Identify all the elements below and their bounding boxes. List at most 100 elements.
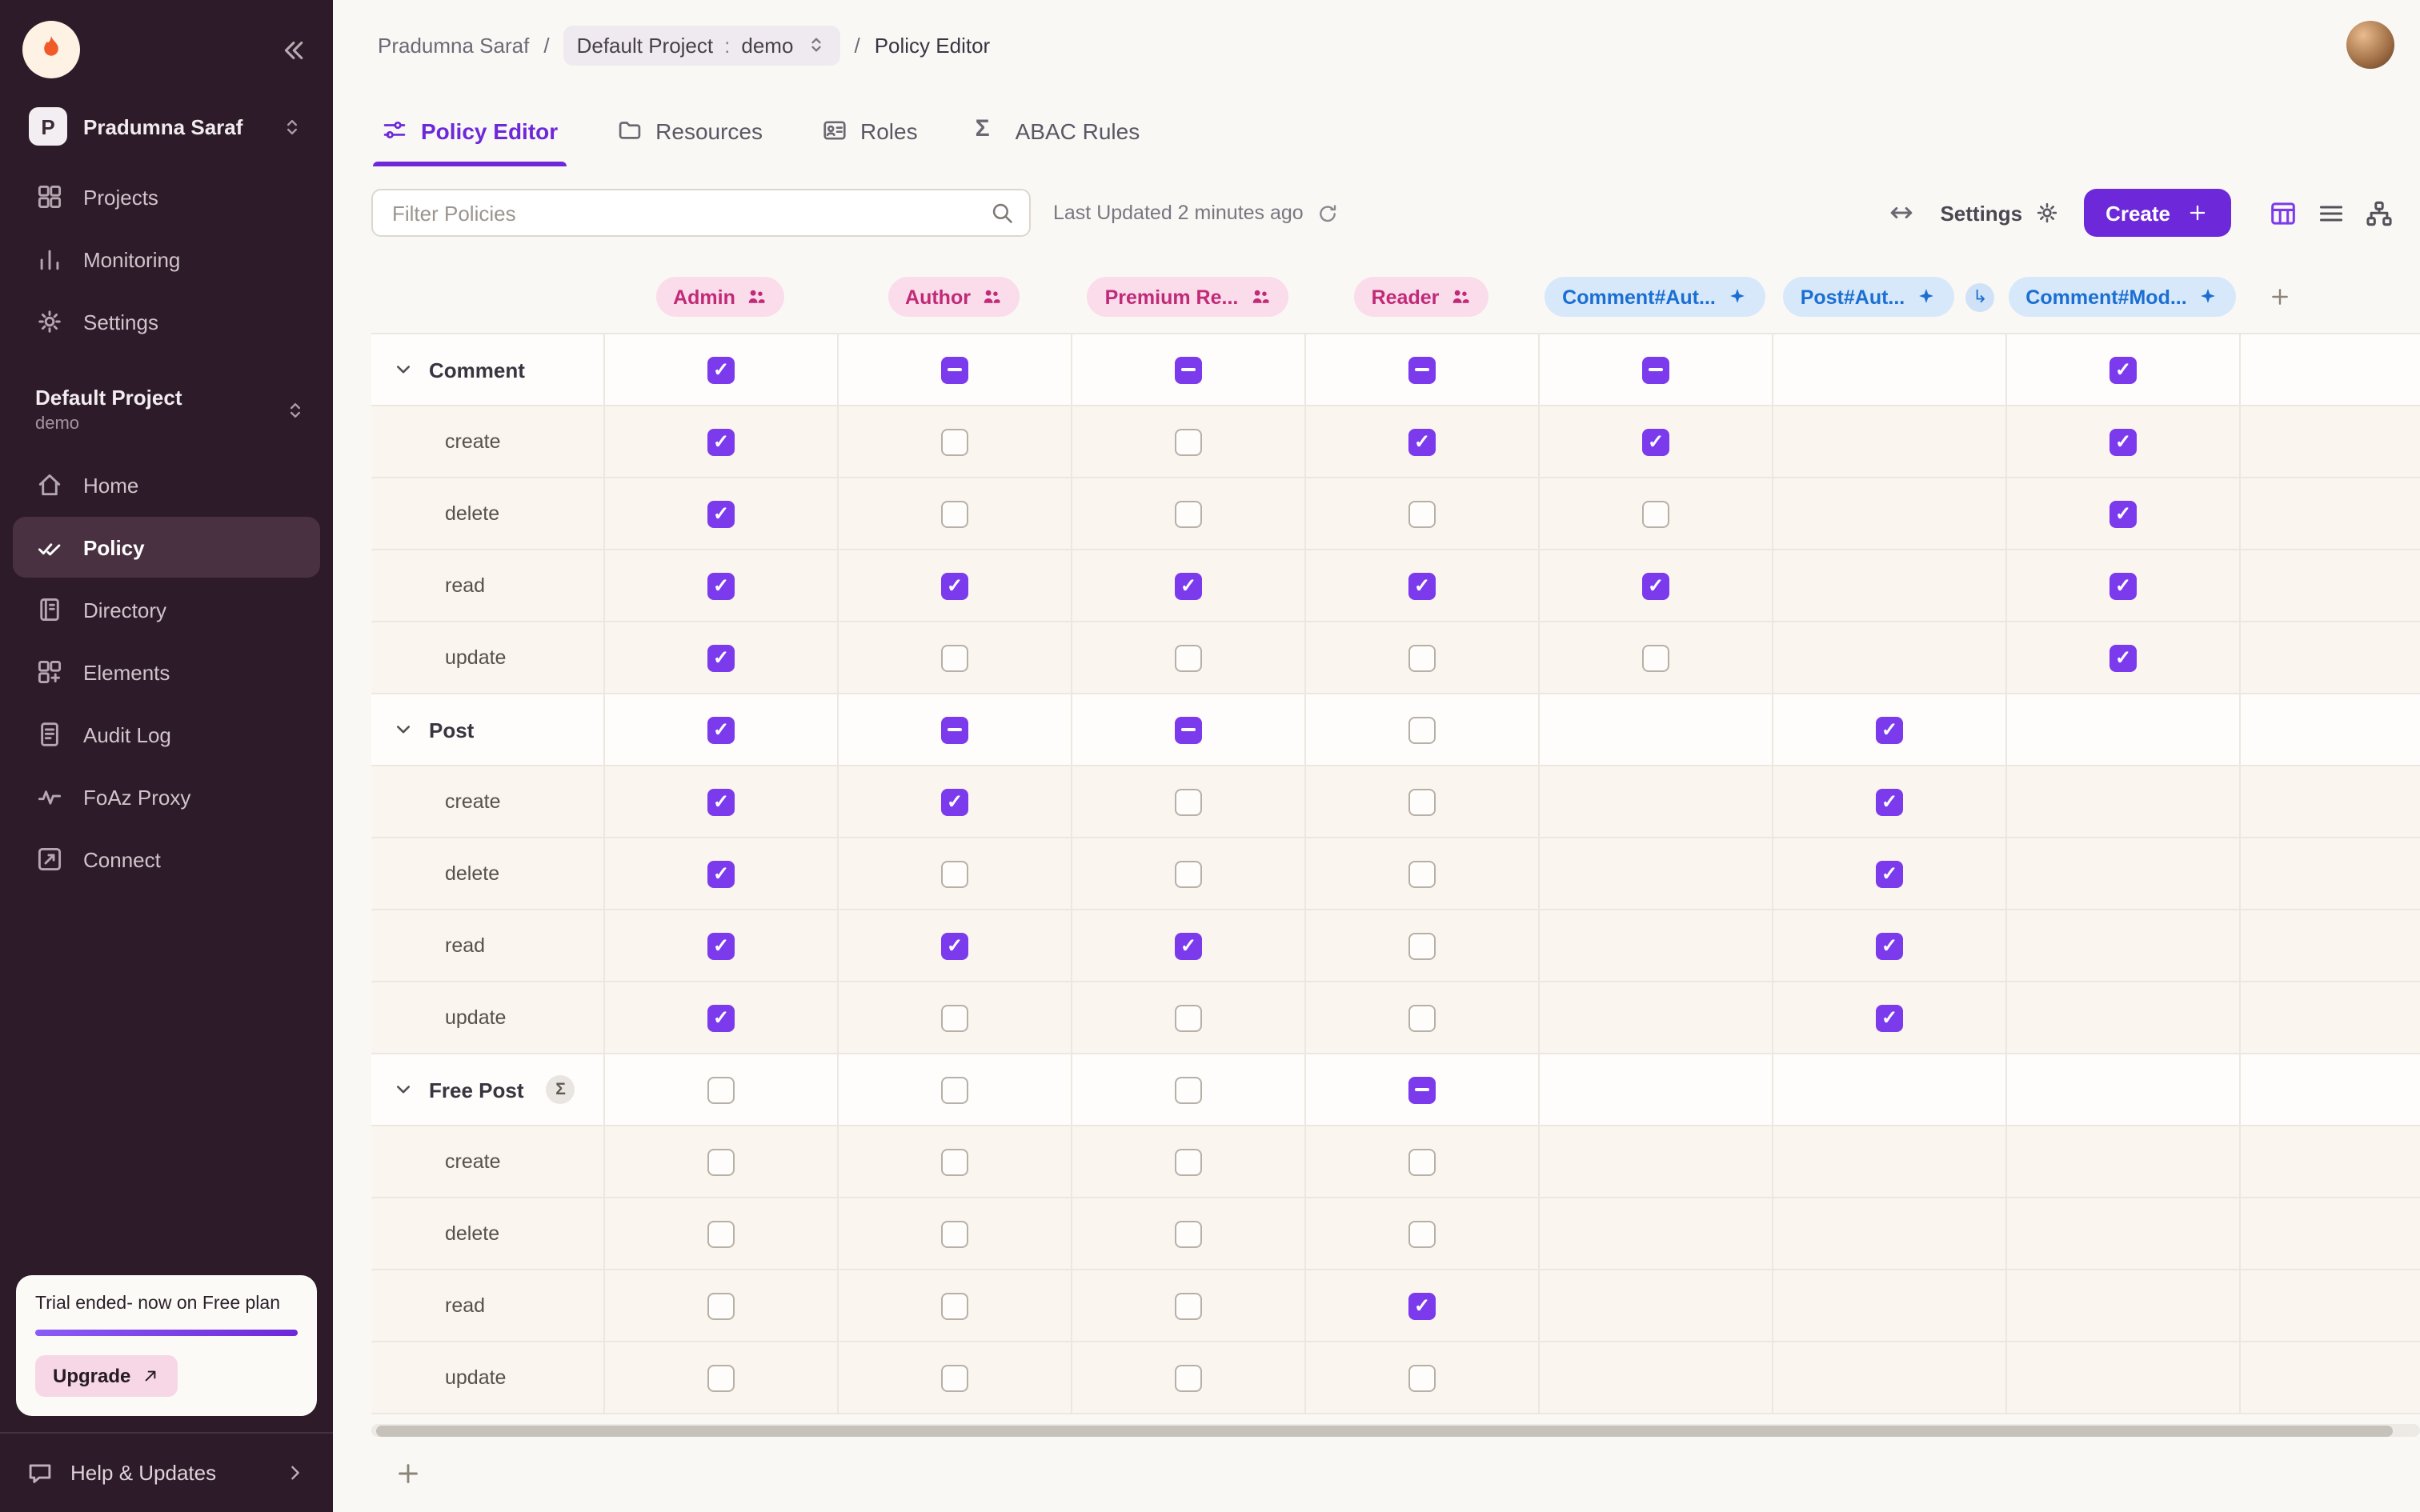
scrollbar-thumb[interactable] — [376, 1425, 2393, 1436]
checkbox-unchecked[interactable] — [1408, 1364, 1436, 1391]
tab-roles[interactable]: Roles — [820, 117, 918, 166]
checkbox-unchecked[interactable] — [1175, 1292, 1202, 1319]
checkbox-checked[interactable] — [1876, 932, 1903, 959]
checkbox-checked[interactable] — [1175, 572, 1202, 599]
checkbox-unchecked[interactable] — [941, 1220, 968, 1247]
checkbox-checked[interactable] — [1876, 860, 1903, 887]
checkbox-checked[interactable] — [707, 572, 735, 599]
checkbox-checked[interactable] — [1408, 428, 1436, 455]
checkbox-checked[interactable] — [1408, 572, 1436, 599]
checkbox-checked[interactable] — [2109, 644, 2137, 671]
checkbox-unchecked[interactable] — [941, 1364, 968, 1391]
checkbox-unchecked[interactable] — [1408, 932, 1436, 959]
breadcrumb-project-env-selector[interactable]: Default Project : demo — [564, 25, 840, 65]
create-button[interactable]: Create — [2083, 189, 2231, 237]
checkbox-unchecked[interactable] — [1408, 500, 1436, 527]
checkbox-checked[interactable] — [941, 572, 968, 599]
sidebar-item-home[interactable]: Home — [13, 454, 320, 515]
checkbox-checked[interactable] — [707, 1004, 735, 1031]
expand-columns-icon[interactable] — [1887, 198, 1916, 227]
horizontal-scrollbar[interactable] — [371, 1424, 2420, 1437]
upgrade-button[interactable]: Upgrade — [35, 1355, 177, 1397]
checkbox-checked[interactable] — [707, 788, 735, 815]
checkbox-unchecked[interactable] — [1642, 500, 1669, 527]
checkbox-unchecked[interactable] — [1175, 1148, 1202, 1175]
checkbox-unchecked[interactable] — [707, 1364, 735, 1391]
checkbox-unchecked[interactable] — [1408, 860, 1436, 887]
checkbox-checked[interactable] — [1642, 428, 1669, 455]
checkbox-checked[interactable] — [707, 644, 735, 671]
checkbox-unchecked[interactable] — [1175, 1004, 1202, 1031]
role-pill-premium-re[interactable]: Premium Re... — [1088, 277, 1288, 317]
role-pill-admin[interactable]: Admin — [655, 277, 785, 317]
sidebar-item-audit-log[interactable]: Audit Log — [13, 704, 320, 765]
resource-set-badge[interactable]: Σ — [547, 1075, 575, 1104]
checkbox-indeterminate[interactable] — [1642, 356, 1669, 383]
checkbox-unchecked[interactable] — [707, 1148, 735, 1175]
checkbox-checked[interactable] — [1175, 932, 1202, 959]
sidebar-item-monitoring[interactable]: Monitoring — [13, 229, 320, 290]
checkbox-checked[interactable] — [1408, 1292, 1436, 1319]
checkbox-unchecked[interactable] — [707, 1076, 735, 1103]
checkbox-indeterminate[interactable] — [941, 716, 968, 743]
org-switcher[interactable]: P Pradumna Saraf — [16, 98, 317, 155]
checkbox-indeterminate[interactable] — [1408, 1076, 1436, 1103]
checkbox-unchecked[interactable] — [707, 1220, 735, 1247]
derived-role-pill-comment-aut[interactable]: Comment#Aut... — [1545, 277, 1765, 317]
breadcrumb-user[interactable]: Pradumna Saraf — [378, 33, 529, 57]
derived-role-pill-comment-mod[interactable]: Comment#Mod... — [2008, 277, 2236, 317]
list-view-icon[interactable] — [2316, 198, 2346, 228]
checkbox-checked[interactable] — [707, 500, 735, 527]
checkbox-unchecked[interactable] — [1175, 788, 1202, 815]
checkbox-unchecked[interactable] — [1175, 644, 1202, 671]
table-view-icon[interactable] — [2268, 198, 2298, 228]
add-resource-button[interactable] — [394, 1459, 423, 1488]
checkbox-unchecked[interactable] — [1175, 428, 1202, 455]
checkbox-unchecked[interactable] — [941, 1076, 968, 1103]
checkbox-unchecked[interactable] — [1408, 1148, 1436, 1175]
checkbox-indeterminate[interactable] — [1175, 716, 1202, 743]
collapse-sidebar-icon[interactable] — [277, 34, 307, 65]
search-input[interactable] — [371, 189, 1031, 237]
checkbox-indeterminate[interactable] — [1175, 356, 1202, 383]
checkbox-checked[interactable] — [2109, 500, 2137, 527]
checkbox-unchecked[interactable] — [941, 1292, 968, 1319]
checkbox-unchecked[interactable] — [1175, 1364, 1202, 1391]
refresh-icon[interactable] — [1316, 201, 1340, 225]
checkbox-unchecked[interactable] — [1175, 1220, 1202, 1247]
sidebar-item-policy[interactable]: Policy — [13, 517, 320, 578]
sidebar-item-settings[interactable]: Settings — [13, 291, 320, 352]
collapse-chevron-icon[interactable] — [391, 357, 416, 382]
condition-badge[interactable]: ↳ — [1965, 282, 1994, 311]
role-pill-author[interactable]: Author — [887, 277, 1020, 317]
tab-abac-rules[interactable]: ΣABAC Rules — [976, 117, 1140, 166]
checkbox-unchecked[interactable] — [1175, 860, 1202, 887]
role-pill-reader[interactable]: Reader — [1354, 277, 1489, 317]
sidebar-item-elements[interactable]: Elements — [13, 642, 320, 702]
user-avatar[interactable] — [2346, 21, 2394, 69]
sidebar-item-directory[interactable]: Directory — [13, 579, 320, 640]
derived-role-pill-post-aut[interactable]: Post#Aut... — [1783, 277, 1955, 317]
checkbox-unchecked[interactable] — [1175, 1076, 1202, 1103]
sidebar-item-projects[interactable]: Projects — [13, 166, 320, 227]
checkbox-unchecked[interactable] — [1408, 1004, 1436, 1031]
project-switcher[interactable]: Default Project demo — [35, 386, 307, 434]
checkbox-checked[interactable] — [707, 716, 735, 743]
checkbox-unchecked[interactable] — [1408, 716, 1436, 743]
checkbox-unchecked[interactable] — [941, 1148, 968, 1175]
checkbox-checked[interactable] — [1642, 572, 1669, 599]
checkbox-checked[interactable] — [941, 932, 968, 959]
checkbox-indeterminate[interactable] — [941, 356, 968, 383]
settings-link[interactable]: Settings — [1940, 200, 2059, 226]
help-updates-button[interactable]: Help & Updates — [0, 1432, 333, 1512]
checkbox-unchecked[interactable] — [941, 428, 968, 455]
checkbox-checked[interactable] — [941, 788, 968, 815]
checkbox-unchecked[interactable] — [707, 1292, 735, 1319]
checkbox-unchecked[interactable] — [1408, 788, 1436, 815]
checkbox-unchecked[interactable] — [941, 1004, 968, 1031]
checkbox-checked[interactable] — [707, 860, 735, 887]
graph-view-icon[interactable] — [2364, 198, 2394, 228]
checkbox-checked[interactable] — [707, 428, 735, 455]
checkbox-unchecked[interactable] — [1408, 644, 1436, 671]
permit-logo[interactable] — [22, 21, 80, 78]
